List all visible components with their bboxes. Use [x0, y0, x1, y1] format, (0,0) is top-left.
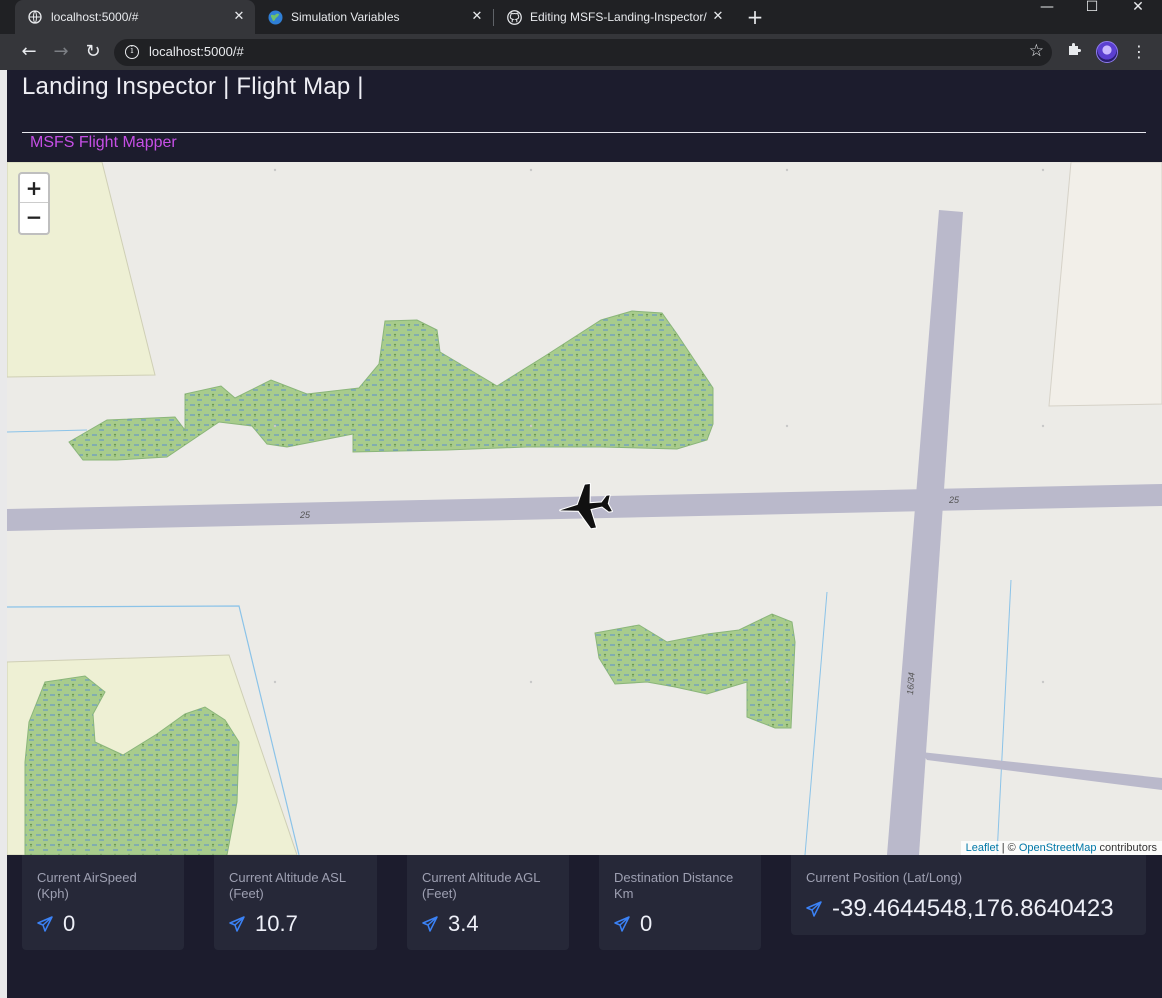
browser-tabstrip: localhost:5000/# ✕ Simulation Variables …: [0, 0, 1162, 34]
tab-title: Simulation Variables: [291, 10, 400, 24]
earth-icon: [267, 9, 283, 25]
tab-github-editing[interactable]: Editing MSFS-Landing-Inspector/ ✕: [494, 0, 734, 34]
stat-card-destination-distance: Destination Distance Km 0: [599, 855, 761, 950]
zoom-out-button[interactable]: −: [20, 203, 48, 232]
flight-map[interactable]: 25 25 16/34 + − Leaflet | © OpenStreetMa…: [7, 162, 1162, 855]
profile-avatar[interactable]: [1096, 41, 1118, 63]
send-icon: [806, 901, 822, 917]
stat-label: Current Position (Lat/Long): [806, 870, 963, 885]
stream-line: [996, 579, 1012, 855]
maximize-window-icon[interactable]: ☐: [1077, 0, 1107, 14]
info-icon[interactable]: i: [125, 45, 139, 59]
browser-toolbar: ← → ↻ i localhost:5000/# ☆ ⋮: [0, 34, 1162, 70]
send-icon: [229, 916, 245, 932]
map-attribution: Leaflet | © OpenStreetMap contributors: [960, 841, 1162, 855]
stat-value: 0: [640, 911, 653, 936]
stat-value: 10.7: [255, 911, 298, 936]
tab-simulation-variables[interactable]: Simulation Variables ✕: [255, 0, 493, 34]
stream-line: [804, 591, 828, 855]
stat-card-altitude-agl: Current Altitude AGL (Feet) 3.4: [407, 855, 569, 950]
attribution-suffix: contributors: [1096, 842, 1157, 854]
stat-label: Current Altitude AGL (Feet): [422, 870, 541, 901]
send-icon: [37, 916, 53, 932]
openstreetmap-link[interactable]: OpenStreetMap: [1019, 842, 1097, 854]
building-area: [1048, 162, 1162, 407]
zoom-in-button[interactable]: +: [20, 174, 48, 203]
leaflet-link[interactable]: Leaflet: [966, 842, 999, 854]
stat-label: Current Altitude ASL (Feet): [229, 870, 346, 901]
background-window-edge: [0, 70, 7, 998]
wetland-area: [68, 310, 714, 461]
send-icon: [614, 916, 630, 932]
tab-localhost[interactable]: localhost:5000/# ✕: [15, 0, 255, 34]
page-subtitle: MSFS Flight Mapper: [30, 134, 177, 151]
stat-label: Current AirSpeed (Kph): [37, 870, 137, 901]
back-arrow-icon[interactable]: ←: [17, 40, 41, 64]
page-title: Landing Inspector | Flight Map |: [22, 73, 364, 100]
github-icon: [506, 9, 522, 25]
stat-card-altitude-asl: Current Altitude ASL (Feet) 10.7: [214, 855, 377, 950]
more-menu-icon[interactable]: ⋮: [1128, 41, 1150, 63]
extensions-puzzle-icon[interactable]: [1064, 41, 1086, 63]
reload-icon[interactable]: ↻: [81, 40, 105, 64]
new-tab-icon[interactable]: +: [744, 6, 766, 28]
close-window-icon[interactable]: ✕: [1123, 0, 1153, 14]
tab-title: Editing MSFS-Landing-Inspector/: [530, 10, 707, 24]
taxiway: [921, 752, 1162, 790]
close-tab-icon[interactable]: ✕: [231, 9, 247, 25]
stream-line: [7, 429, 88, 433]
globe-icon: [27, 9, 43, 25]
forward-arrow-icon[interactable]: →: [49, 40, 73, 64]
title-divider: [22, 132, 1146, 133]
zoom-control: + −: [18, 172, 50, 235]
send-icon: [422, 916, 438, 932]
stat-value: 3.4: [448, 911, 479, 936]
address-bar[interactable]: i localhost:5000/# ☆: [114, 39, 1052, 66]
close-tab-icon[interactable]: ✕: [710, 9, 726, 25]
runway-label: 25: [948, 495, 960, 505]
bookmark-star-icon[interactable]: ☆: [1029, 41, 1044, 61]
app-page: Landing Inspector | Flight Map | MSFS Fl…: [7, 70, 1162, 998]
stat-value: -39.4644548,176.8640423: [832, 895, 1114, 922]
close-tab-icon[interactable]: ✕: [469, 9, 485, 25]
wetland-area: [594, 613, 796, 729]
runway-label: 25: [299, 510, 311, 520]
address-url[interactable]: localhost:5000/#: [149, 44, 244, 59]
minimize-window-icon[interactable]: —: [1032, 0, 1062, 14]
stat-card-position: Current Position (Lat/Long) -39.4644548,…: [791, 855, 1146, 935]
attribution-separator: | ©: [998, 842, 1019, 854]
runway-label: 16/34: [905, 672, 917, 695]
stat-label: Destination Distance Km: [614, 870, 734, 901]
tab-title: localhost:5000/#: [51, 10, 139, 24]
stat-card-airspeed: Current AirSpeed (Kph) 0: [22, 855, 184, 950]
stat-value: 0: [63, 911, 76, 936]
map-tiles: 25 25 16/34: [7, 162, 1162, 855]
